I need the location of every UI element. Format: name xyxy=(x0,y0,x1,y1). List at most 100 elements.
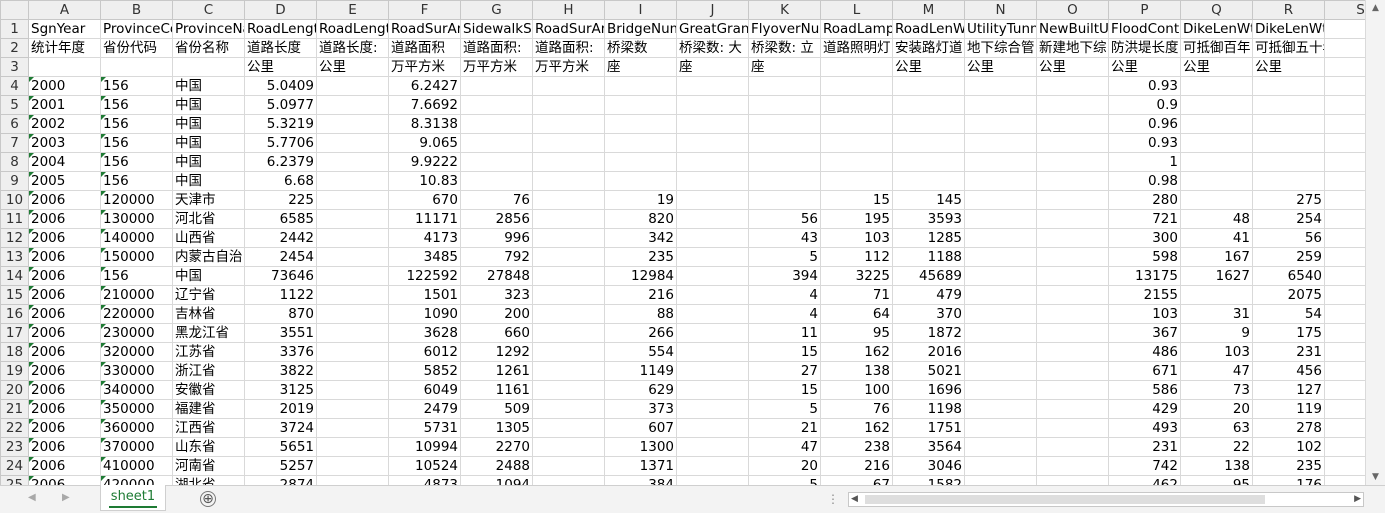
scroll-right-icon[interactable]: ▶ xyxy=(1354,493,1361,506)
column-header-h[interactable]: H xyxy=(532,0,605,20)
cell-c24[interactable]: 河南省 xyxy=(172,456,245,476)
cell-d1[interactable]: RoadLengt xyxy=(244,19,317,39)
cell-k2[interactable]: 桥梁数: 立 xyxy=(748,38,821,58)
cell-f9[interactable]: 10.83 xyxy=(388,171,461,191)
cell-r6[interactable] xyxy=(1252,114,1325,134)
row-header[interactable]: 1 xyxy=(0,19,29,39)
cell-b22[interactable]: 360000 xyxy=(100,418,173,438)
cell-j11[interactable] xyxy=(676,209,749,229)
cell-q13[interactable]: 167 xyxy=(1180,247,1253,267)
cell-g16[interactable]: 200 xyxy=(460,304,533,324)
cell-r3[interactable]: 公里 xyxy=(1252,57,1325,77)
cell-n16[interactable] xyxy=(964,304,1037,324)
cell-m1[interactable]: RoadLenW xyxy=(892,19,965,39)
cell-j20[interactable] xyxy=(676,380,749,400)
cell-l8[interactable] xyxy=(820,152,893,172)
cell-k5[interactable] xyxy=(748,95,821,115)
cell-h16[interactable] xyxy=(532,304,605,324)
cell-p10[interactable]: 280 xyxy=(1108,190,1181,210)
cell-a2[interactable]: 统计年度 xyxy=(28,38,101,58)
sheet-tab[interactable]: sheet1 xyxy=(100,485,166,511)
cell-s5[interactable] xyxy=(1324,95,1365,115)
cell-a7[interactable]: 2003 xyxy=(28,133,101,153)
cell-k17[interactable]: 11 xyxy=(748,323,821,343)
scroll-down-icon[interactable]: ▼ xyxy=(1366,472,1385,482)
cell-a1[interactable]: SgnYear xyxy=(28,19,101,39)
cell-d7[interactable]: 5.7706 xyxy=(244,133,317,153)
cell-q23[interactable]: 22 xyxy=(1180,437,1253,457)
cell-b11[interactable]: 130000 xyxy=(100,209,173,229)
cell-g2[interactable]: 道路面积: xyxy=(460,38,533,58)
cell-o2[interactable]: 新建地下综 xyxy=(1036,38,1109,58)
cell-e4[interactable] xyxy=(316,76,389,96)
cell-s7[interactable] xyxy=(1324,133,1365,153)
cell-f21[interactable]: 2479 xyxy=(388,399,461,419)
row-header[interactable]: 12 xyxy=(0,228,29,248)
row-header[interactable]: 19 xyxy=(0,361,29,381)
cell-q24[interactable]: 138 xyxy=(1180,456,1253,476)
cell-c4[interactable]: 中国 xyxy=(172,76,245,96)
cell-f8[interactable]: 9.9222 xyxy=(388,152,461,172)
cell-s18[interactable] xyxy=(1324,342,1365,362)
cell-b23[interactable]: 370000 xyxy=(100,437,173,457)
cell-m9[interactable] xyxy=(892,171,965,191)
cell-r4[interactable] xyxy=(1252,76,1325,96)
cell-j17[interactable] xyxy=(676,323,749,343)
cell-k19[interactable]: 27 xyxy=(748,361,821,381)
cell-k1[interactable]: FlyoverNum xyxy=(748,19,821,39)
cell-e3[interactable]: 公里 xyxy=(316,57,389,77)
cell-m4[interactable] xyxy=(892,76,965,96)
cell-c7[interactable]: 中国 xyxy=(172,133,245,153)
cell-i8[interactable] xyxy=(604,152,677,172)
cell-q18[interactable]: 103 xyxy=(1180,342,1253,362)
cell-i24[interactable]: 1371 xyxy=(604,456,677,476)
cell-q21[interactable]: 20 xyxy=(1180,399,1253,419)
cell-m7[interactable] xyxy=(892,133,965,153)
cell-k25[interactable]: 5 xyxy=(748,475,821,485)
column-header-f[interactable]: F xyxy=(388,0,461,20)
cell-e5[interactable] xyxy=(316,95,389,115)
cell-k11[interactable]: 56 xyxy=(748,209,821,229)
cell-a24[interactable]: 2006 xyxy=(28,456,101,476)
cell-r18[interactable]: 231 xyxy=(1252,342,1325,362)
cell-r20[interactable]: 127 xyxy=(1252,380,1325,400)
last-sheet-icon[interactable]: ▶ xyxy=(62,492,70,503)
row-header[interactable]: 8 xyxy=(0,152,29,172)
cell-n25[interactable] xyxy=(964,475,1037,485)
cell-o23[interactable] xyxy=(1036,437,1109,457)
sheet-table[interactable]: A B C D E F G H I J K L M N O P Q R S 1 SgnYear ProvinceCo Pro… xyxy=(0,0,1365,485)
cell-r5[interactable] xyxy=(1252,95,1325,115)
cell-h22[interactable] xyxy=(532,418,605,438)
column-header-p[interactable]: P xyxy=(1108,0,1181,20)
cell-d17[interactable]: 3551 xyxy=(244,323,317,343)
cell-l21[interactable]: 76 xyxy=(820,399,893,419)
cell-s8[interactable] xyxy=(1324,152,1365,172)
cell-f7[interactable]: 9.065 xyxy=(388,133,461,153)
cell-l23[interactable]: 238 xyxy=(820,437,893,457)
cell-k12[interactable]: 43 xyxy=(748,228,821,248)
cell-n10[interactable] xyxy=(964,190,1037,210)
cell-b10[interactable]: 120000 xyxy=(100,190,173,210)
cell-m10[interactable]: 145 xyxy=(892,190,965,210)
row-header[interactable]: 10 xyxy=(0,190,29,210)
cell-i1[interactable]: BridgeNum xyxy=(604,19,677,39)
cell-n2[interactable]: 地下综合管 xyxy=(964,38,1037,58)
column-header-n[interactable]: N xyxy=(964,0,1037,20)
cell-a25[interactable]: 2006 xyxy=(28,475,101,485)
cell-s15[interactable] xyxy=(1324,285,1365,305)
cell-a17[interactable]: 2006 xyxy=(28,323,101,343)
cell-b12[interactable]: 140000 xyxy=(100,228,173,248)
cell-s10[interactable] xyxy=(1324,190,1365,210)
cell-o20[interactable] xyxy=(1036,380,1109,400)
cell-d18[interactable]: 3376 xyxy=(244,342,317,362)
cell-g21[interactable]: 509 xyxy=(460,399,533,419)
cell-a14[interactable]: 2006 xyxy=(28,266,101,286)
cell-f24[interactable]: 10524 xyxy=(388,456,461,476)
cell-k24[interactable]: 20 xyxy=(748,456,821,476)
cell-l7[interactable] xyxy=(820,133,893,153)
cell-f22[interactable]: 5731 xyxy=(388,418,461,438)
cell-p18[interactable]: 486 xyxy=(1108,342,1181,362)
cell-s23[interactable] xyxy=(1324,437,1365,457)
cell-i23[interactable]: 1300 xyxy=(604,437,677,457)
cell-c8[interactable]: 中国 xyxy=(172,152,245,172)
